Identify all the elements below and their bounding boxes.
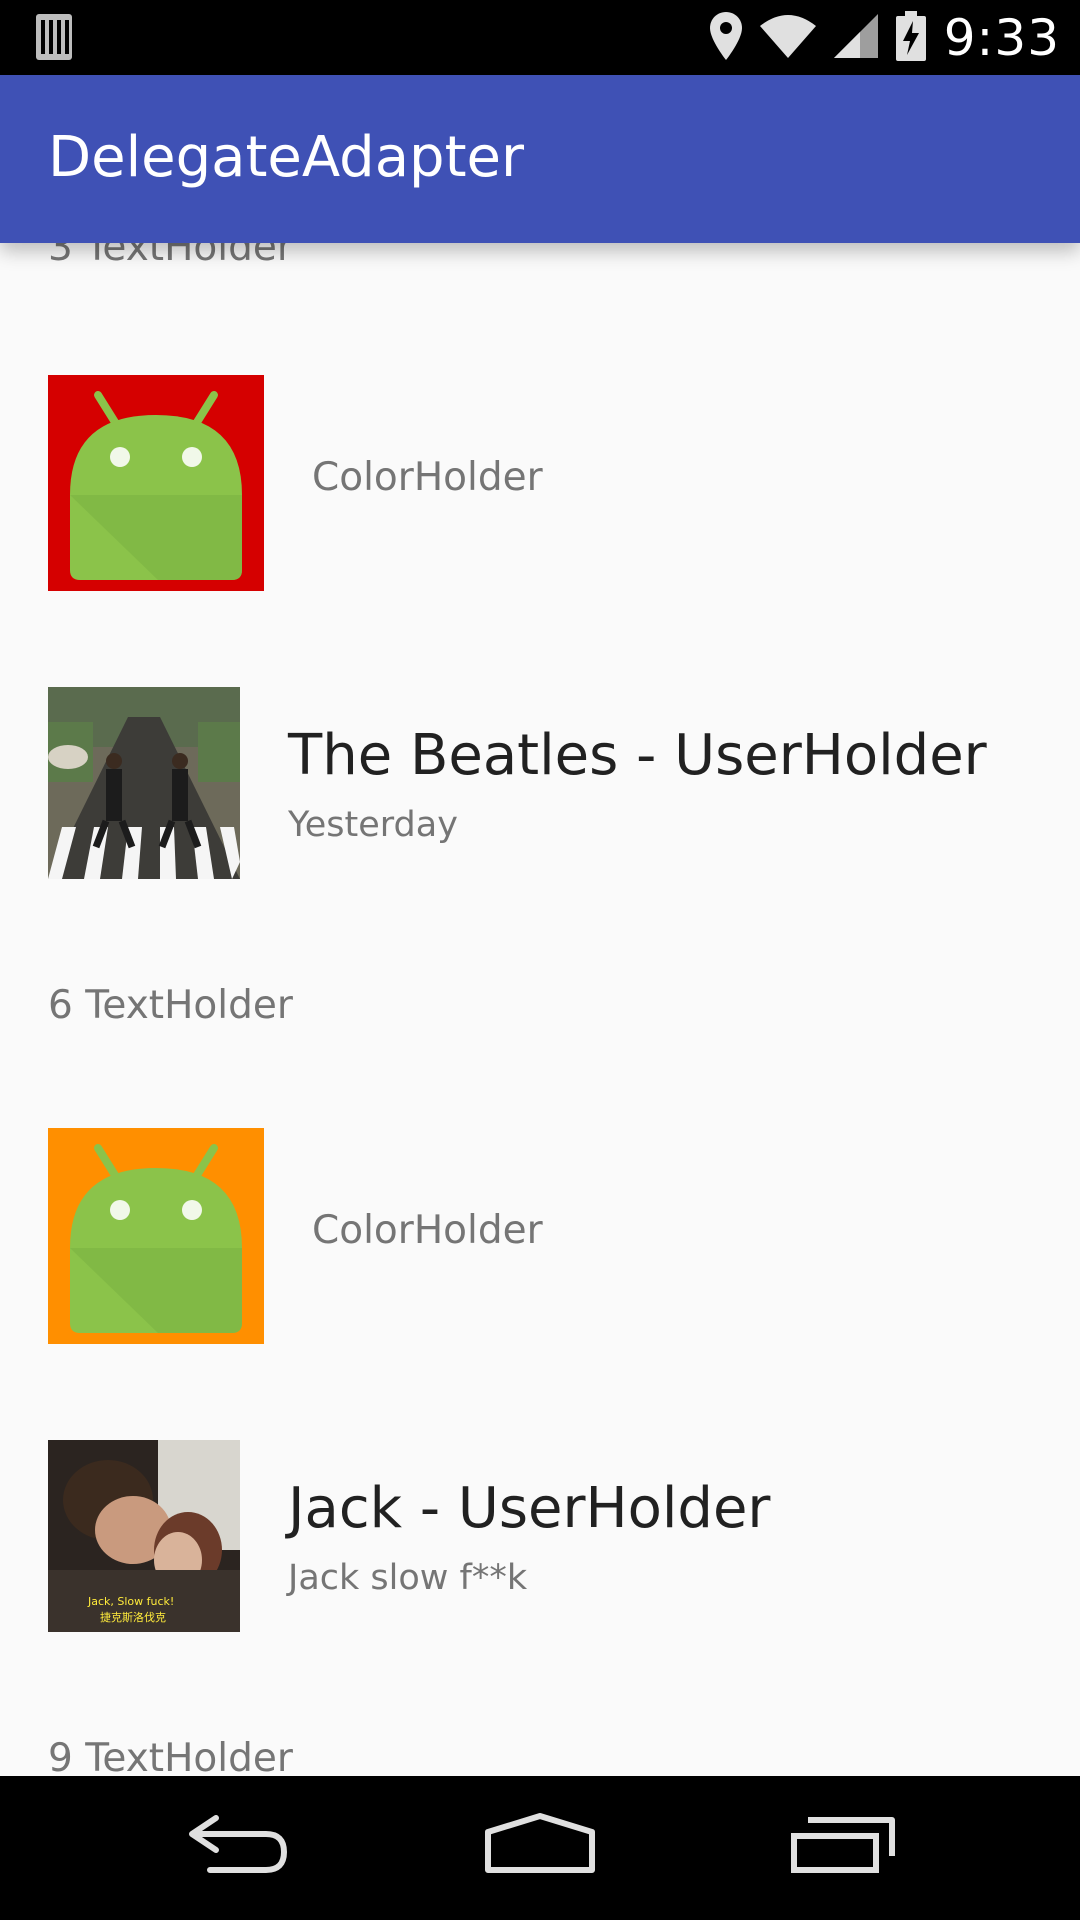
photo-caption: Jack, Slow fuck! <box>87 1595 174 1608</box>
titanic-jack-photo: Jack, Slow fuck! 捷克斯洛伐克 <box>48 1440 240 1632</box>
list-item-text[interactable]: 6 TextHolder <box>48 983 1080 1028</box>
list-item-text[interactable]: 9 TextHolder <box>48 1736 1080 1776</box>
beatles-abbey-road-photo <box>48 687 240 879</box>
battery-charging-icon <box>895 11 926 65</box>
user-name: The Beatles - UserHolder <box>288 723 987 788</box>
list-item-user[interactable]: The Beatles - UserHolder Yesterday <box>0 687 1080 879</box>
signal-icon <box>833 14 878 62</box>
app-title: DelegateAdapter <box>48 125 525 190</box>
home-icon[interactable] <box>484 1812 596 1880</box>
status-time: 9:33 <box>943 9 1060 67</box>
wifi-icon <box>759 14 816 62</box>
user-subtitle: Yesterday <box>288 805 458 845</box>
android-icon <box>48 1128 264 1344</box>
list-item-text[interactable]: 3 TextHolder <box>48 243 1080 270</box>
list-item-user[interactable]: Jack, Slow fuck! 捷克斯洛伐克 Jack - UserHolde… <box>0 1440 1080 1632</box>
color-holder-label: ColorHolder <box>312 1208 543 1253</box>
list-item-color[interactable]: ColorHolder <box>0 375 1080 591</box>
recents-icon[interactable] <box>790 1812 898 1880</box>
photo-caption-cn: 捷克斯洛伐克 <box>100 1610 166 1624</box>
navigation-bar <box>0 1776 1080 1920</box>
android-icon <box>48 375 264 591</box>
status-bar: 9:33 <box>0 0 1080 75</box>
app-bar: DelegateAdapter <box>0 75 1080 243</box>
color-holder-label: ColorHolder <box>312 455 543 500</box>
text-holder-label: 6 TextHolder <box>48 983 293 1028</box>
back-icon[interactable] <box>186 1812 290 1880</box>
list-item-color[interactable]: ColorHolder <box>0 1128 1080 1344</box>
recycler-list[interactable]: 3 TextHolder ColorHolder The Beatles - U… <box>0 243 1080 1776</box>
sim-card-icon <box>36 14 72 64</box>
text-holder-label: 3 TextHolder <box>48 243 293 270</box>
text-holder-label: 9 TextHolder <box>48 1736 293 1776</box>
user-name: Jack - UserHolder <box>288 1476 771 1541</box>
location-pin-icon <box>709 12 742 64</box>
user-subtitle: Jack slow f**k <box>288 1558 528 1598</box>
